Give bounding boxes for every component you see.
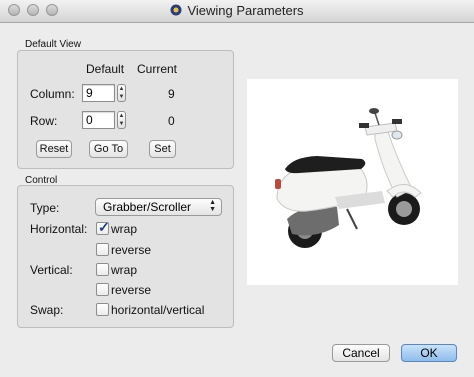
cancel-button[interactable]: Cancel [332, 344, 390, 362]
title-bar: Viewing Parameters [0, 0, 474, 23]
stepper-up-icon[interactable]: ▲ [118, 112, 125, 120]
stepper-down-icon[interactable]: ▼ [118, 93, 125, 101]
horizontal-wrap-checkbox[interactable]: ✓ [96, 219, 110, 235]
ok-button[interactable]: OK [401, 344, 457, 362]
column-stepper[interactable]: ▲ ▼ [117, 84, 126, 102]
vertical-reverse-label[interactable]: reverse [111, 283, 151, 297]
column-current-value: 9 [168, 87, 175, 101]
horizontal-reverse-label[interactable]: reverse [111, 243, 151, 257]
default-column-header: Default [86, 62, 125, 76]
viewing-parameters-window: Viewing Parameters Default View Default … [0, 0, 474, 377]
stepper-down-icon[interactable]: ▼ [118, 120, 125, 128]
scooter-image [275, 108, 422, 248]
set-button[interactable]: Set [149, 140, 176, 158]
default-view-group-label: Default View [25, 39, 81, 50]
vertical-label: Vertical: [30, 263, 73, 277]
column-label: Column: [30, 87, 75, 101]
type-label: Type: [30, 201, 60, 215]
vertical-reverse-checkbox[interactable] [96, 283, 109, 296]
vertical-wrap-label[interactable]: wrap [111, 263, 137, 277]
checkmark-icon: ✓ [98, 219, 110, 235]
swap-label: Swap: [30, 303, 64, 317]
current-column-header: Current [137, 62, 178, 76]
window-title-text: Viewing Parameters [187, 3, 304, 18]
app-icon [170, 4, 182, 16]
row-label: Row: [30, 114, 58, 128]
swap-checkbox[interactable] [96, 303, 109, 316]
horizontal-label: Horizontal: [30, 222, 88, 236]
row-input[interactable]: 0 [82, 111, 115, 129]
column-input[interactable]: 9 [82, 84, 115, 102]
go-to-button[interactable]: Go To [89, 140, 128, 158]
preview-panel [247, 79, 458, 285]
horizontal-reverse-checkbox[interactable] [96, 243, 109, 256]
type-popup[interactable]: Grabber/Scroller ▲ ▼ [95, 198, 222, 216]
row-stepper[interactable]: ▲ ▼ [117, 111, 126, 129]
stepper-up-icon[interactable]: ▲ [118, 85, 125, 93]
window-title: Viewing Parameters [0, 3, 474, 18]
popup-arrows-icon: ▲ ▼ [209, 199, 216, 213]
reset-button[interactable]: Reset [36, 140, 72, 158]
row-current-value: 0 [168, 114, 175, 128]
horizontal-wrap-label[interactable]: wrap [111, 222, 137, 236]
type-popup-value: Grabber/Scroller [103, 200, 192, 214]
vertical-wrap-checkbox[interactable] [96, 263, 109, 276]
swap-horizontal-vertical-label[interactable]: horizontal/vertical [111, 303, 204, 317]
